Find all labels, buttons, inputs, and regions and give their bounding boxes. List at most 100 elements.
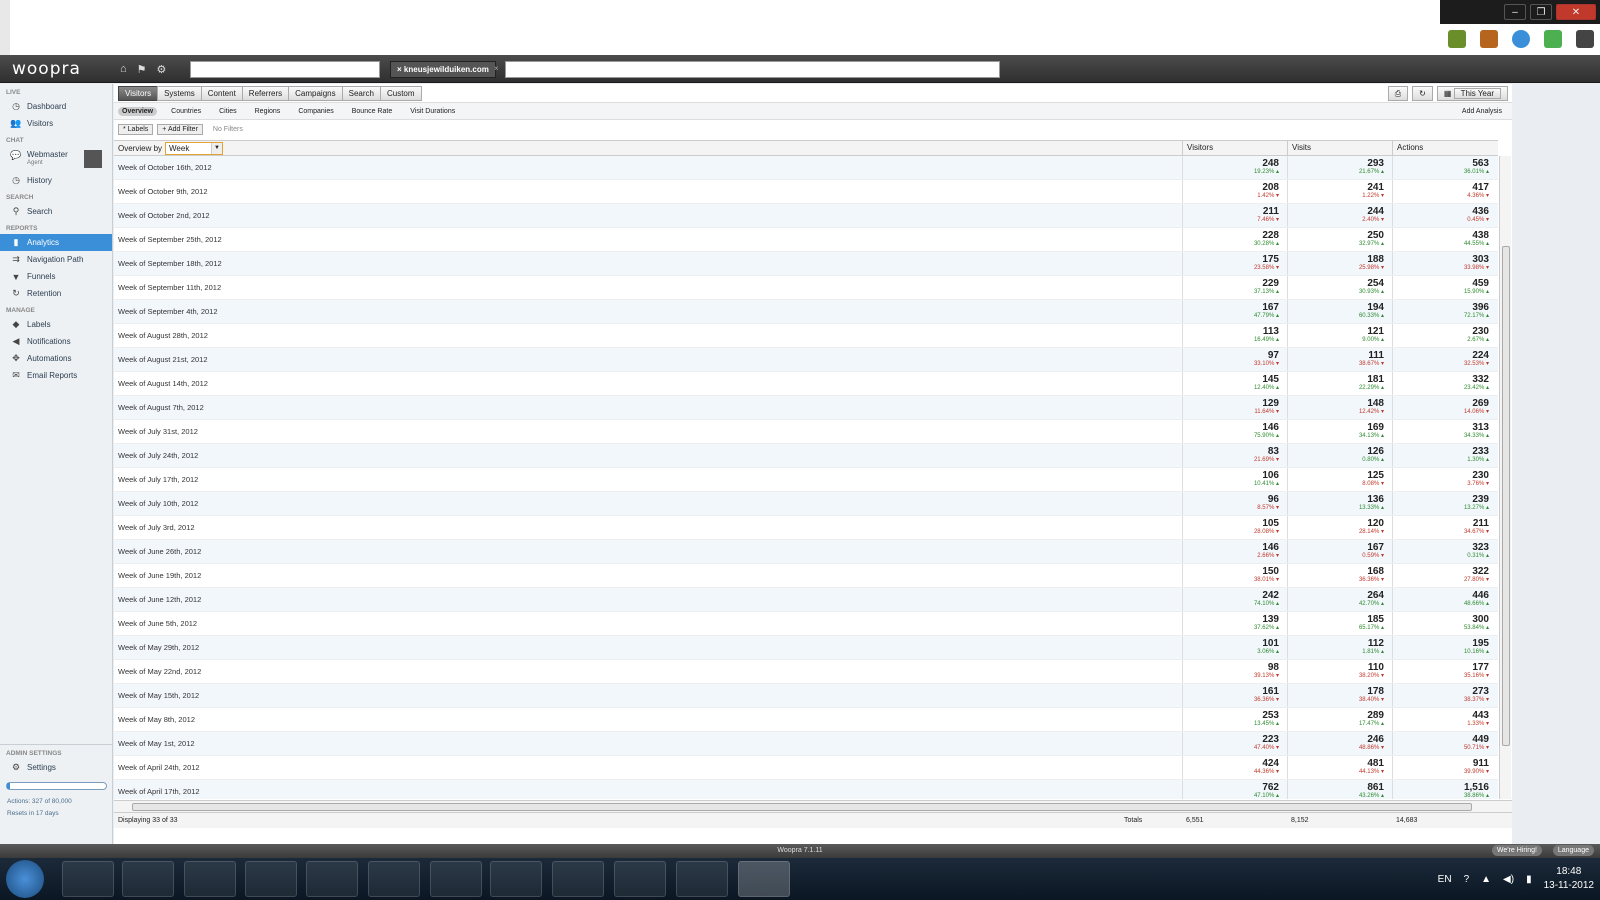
subtab-cities[interactable]: Cities (215, 107, 241, 116)
table-row[interactable]: Week of September 11th, 2012 229 37.13% ▴ 2… (114, 276, 1498, 300)
labels-button[interactable]: * Labels (118, 123, 154, 135)
subtab-visit-durations[interactable]: Visit Durations (406, 107, 459, 116)
table-row[interactable]: Week of May 22nd, 2012 98 39.13% ▾ 110 38.20… (114, 660, 1498, 684)
filezilla-icon[interactable] (614, 861, 666, 897)
tab-systems[interactable]: Systems (157, 85, 202, 101)
flag-icon[interactable]: ⚑ (137, 63, 147, 76)
notes-icon[interactable] (676, 861, 728, 897)
table-row[interactable]: Week of June 26th, 2012 146 2.66% ▾ 167 0.59… (114, 540, 1498, 564)
column-visitors[interactable]: Visitors (1182, 140, 1287, 156)
table-row[interactable]: Week of October 9th, 2012 208 1.42% ▾ 241 1.… (114, 180, 1498, 204)
table-row[interactable]: Week of April 17th, 2012 762 47.10% ▴ 861 43… (114, 780, 1498, 799)
sidebar-item-history[interactable]: ◷ History (0, 172, 112, 189)
tray-expand-icon[interactable]: ▲ (1481, 874, 1491, 885)
vertical-scrollbar[interactable] (1499, 156, 1511, 799)
gear-icon[interactable]: ⚙ (157, 63, 167, 76)
skype-icon[interactable] (430, 861, 482, 897)
table-row[interactable]: Week of May 29th, 2012 101 3.06% ▴ 112 1.81%… (114, 636, 1498, 660)
table-row[interactable]: Week of October 2nd, 2012 211 7.46% ▾ 244 2.… (114, 204, 1498, 228)
terminal-icon[interactable] (368, 861, 420, 897)
woopra-logo[interactable]: woopra (12, 59, 81, 79)
table-row[interactable]: Week of July 3rd, 2012 105 28.08% ▾ 120 28.1… (114, 516, 1498, 540)
explorer-icon[interactable] (552, 861, 604, 897)
tab-close-icon[interactable]: × (494, 64, 499, 73)
table-row[interactable]: Week of August 21st, 2012 97 33.10% ▾ 111 38… (114, 348, 1498, 372)
refresh-icon[interactable]: ↻ (1412, 85, 1433, 101)
table-row[interactable]: Week of April 24th, 2012 424 44.36% ▾ 481 44… (114, 756, 1498, 780)
language-indicator[interactable]: EN (1438, 874, 1452, 885)
volume-icon[interactable]: ◀) (1503, 874, 1514, 885)
extension-icon[interactable] (1448, 30, 1466, 48)
tab-content[interactable]: Content (200, 85, 243, 101)
tab-custom[interactable]: Custom (379, 85, 422, 101)
chrome-icon[interactable] (738, 861, 790, 897)
tab-campaigns[interactable]: Campaigns (288, 85, 343, 101)
period-select[interactable]: Week ▼ (165, 141, 224, 155)
sidebar-item-funnels[interactable]: ▼ Funnels (0, 268, 112, 285)
subtab-regions[interactable]: Regions (251, 107, 285, 116)
home-icon[interactable]: ⌂ (120, 63, 127, 76)
scroll-thumb[interactable] (132, 803, 1472, 811)
chat-agent[interactable]: 💬 Webmaster Agent (0, 146, 112, 172)
column-visits[interactable]: Visits (1287, 140, 1392, 156)
sidebar-item-visitors[interactable]: 👥 Visitors (0, 115, 112, 132)
hp-icon[interactable] (184, 861, 236, 897)
at-icon[interactable] (1512, 30, 1530, 48)
sidebar-item-labels[interactable]: ◆ Labels (0, 316, 112, 333)
media-player-icon[interactable] (122, 861, 174, 897)
sidebar-item-email-reports[interactable]: ✉ Email Reports (0, 367, 112, 384)
table-row[interactable]: Week of May 1st, 2012 223 47.40% ▾ 246 48.86… (114, 732, 1498, 756)
table-row[interactable]: Week of October 16th, 2012 248 19.23% ▴ 293… (114, 156, 1498, 180)
sidebar-item-search[interactable]: ⚲ Search (0, 203, 112, 220)
table-row[interactable]: Week of May 15th, 2012 161 36.36% ▾ 178 38.4… (114, 684, 1498, 708)
sidebar-item-automations[interactable]: ✥ Automations (0, 350, 112, 367)
subtab-companies[interactable]: Companies (294, 107, 337, 116)
column-actions[interactable]: Actions (1392, 140, 1497, 156)
table-row[interactable]: Week of July 10th, 2012 96 8.57% ▾ 136 13.33… (114, 492, 1498, 516)
site-selector-input[interactable] (505, 61, 1000, 78)
office-icon[interactable] (306, 861, 358, 897)
table-row[interactable]: Week of August 28th, 2012 113 16.49% ▴ 121 9… (114, 324, 1498, 348)
table-row[interactable]: Week of June 12th, 2012 242 74.10% ▴ 264 42.… (114, 588, 1498, 612)
table-row[interactable]: Week of July 24th, 2012 83 21.69% ▾ 126 0.80… (114, 444, 1498, 468)
tab-referrers[interactable]: Referrers (241, 85, 290, 101)
network-icon[interactable]: ▮ (1526, 874, 1532, 885)
site-search-input[interactable] (190, 61, 380, 78)
sidebar-item-dashboard[interactable]: ◷ Dashboard (0, 98, 112, 115)
sidebar-item-settings[interactable]: ⚙ Settings (0, 759, 113, 776)
table-row[interactable]: Week of May 8th, 2012 253 13.45% ▴ 289 17.47… (114, 708, 1498, 732)
language-button[interactable]: Language (1552, 845, 1594, 856)
subtab-countries[interactable]: Countries (167, 107, 205, 116)
print-icon[interactable]: ⎙ (1387, 85, 1409, 101)
ie-icon[interactable] (62, 861, 114, 897)
tab-search[interactable]: Search (341, 85, 381, 101)
subtab-bounce-rate[interactable]: Bounce Rate (348, 107, 396, 116)
folder-icon[interactable] (245, 861, 297, 897)
add-analysis-link[interactable]: Add Analysis (1462, 108, 1512, 115)
minimize-icon[interactable]: – (1504, 4, 1526, 20)
tab-visitors[interactable]: Visitors (118, 85, 159, 101)
date-range-button[interactable]: ▦ This Year (1436, 85, 1508, 101)
start-button[interactable] (6, 860, 44, 898)
table-row[interactable]: Week of August 7th, 2012 129 11.64% ▾ 148 12… (114, 396, 1498, 420)
clock[interactable]: 18:48 13-11-2012 (1544, 865, 1594, 893)
camera-icon[interactable] (1480, 30, 1498, 48)
notes-icon[interactable] (490, 861, 542, 897)
table-row[interactable]: Week of September 4th, 2012 167 47.79% ▴ 19… (114, 300, 1498, 324)
help-icon[interactable]: ? (1464, 874, 1470, 885)
extension-badge-icon[interactable] (1544, 30, 1562, 48)
sidebar-item-navigation-path[interactable]: ⇉ Navigation Path (0, 251, 112, 268)
subtab-overview[interactable]: Overview (118, 106, 158, 116)
site-tab[interactable]: × kneusjewilduiken.com (390, 61, 496, 78)
horizontal-scrollbar[interactable] (114, 800, 1512, 812)
table-row[interactable]: Week of June 19th, 2012 150 38.01% ▾ 168 36.… (114, 564, 1498, 588)
table-row[interactable]: Week of July 17th, 2012 106 10.41% ▴ 125 8.0… (114, 468, 1498, 492)
menu-icon[interactable] (1576, 30, 1594, 48)
close-icon[interactable]: ✕ (1556, 4, 1596, 20)
table-row[interactable]: Week of September 25th, 2012 228 30.28% ▴ 2… (114, 228, 1498, 252)
table-row[interactable]: Week of July 31st, 2012 146 75.90% ▴ 169 34.… (114, 420, 1498, 444)
scroll-thumb[interactable] (1502, 246, 1510, 746)
sidebar-item-retention[interactable]: ↻ Retention (0, 285, 112, 302)
hiring-button[interactable]: We're Hiring! (1491, 845, 1542, 856)
table-row[interactable]: Week of June 5th, 2012 139 37.62% ▴ 185 65.1… (114, 612, 1498, 636)
